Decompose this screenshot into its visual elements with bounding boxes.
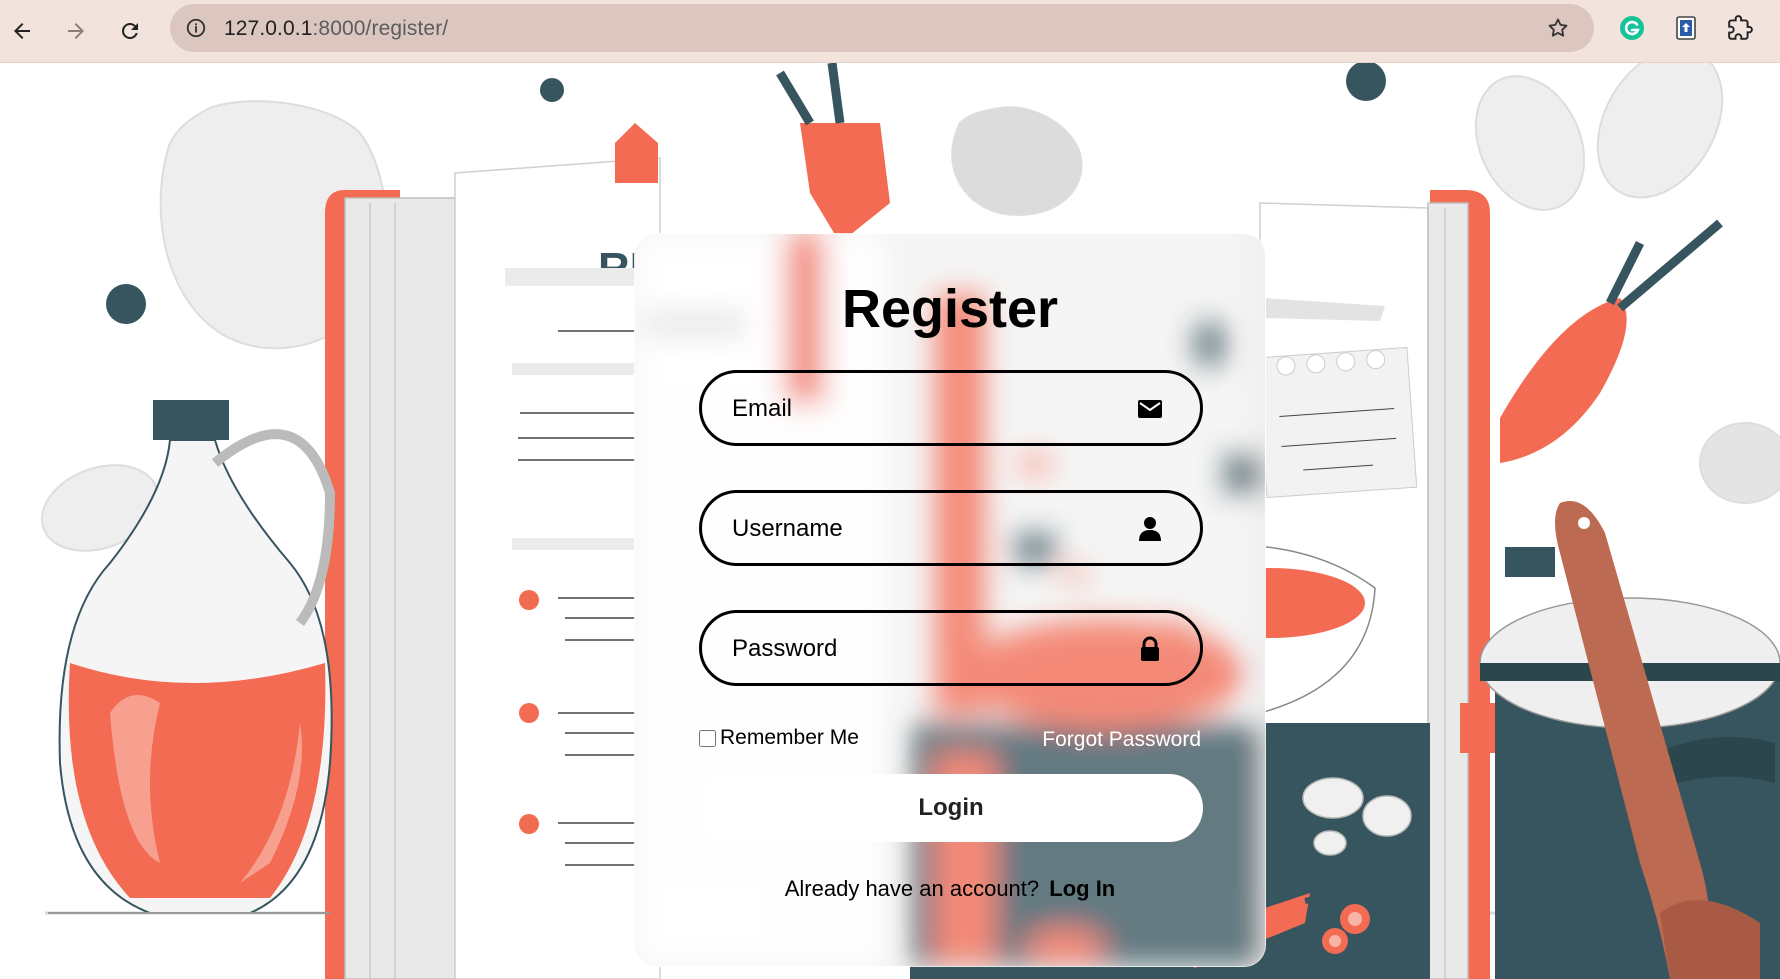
url-host: 127.0.0.1	[224, 17, 313, 40]
reload-button[interactable]	[108, 9, 152, 53]
login-link[interactable]: Log In	[1049, 876, 1115, 901]
grammarly-icon	[1620, 16, 1644, 40]
info-icon	[186, 18, 206, 38]
lock-icon	[1136, 635, 1164, 663]
register-card: Register Remember Me Forgot Password Log…	[634, 233, 1266, 967]
remember-me-control[interactable]: Remember Me	[699, 726, 859, 750]
forward-button[interactable]	[54, 9, 98, 53]
card-frosted-backdrop	[635, 234, 1265, 966]
upload-extension-button[interactable]	[1670, 12, 1702, 44]
login-button[interactable]: Login	[699, 774, 1203, 842]
login-prompt-text: Already have an account?	[784, 876, 1040, 901]
username-field[interactable]	[699, 490, 1203, 566]
bookmark-button[interactable]	[1544, 14, 1572, 42]
star-icon	[1548, 18, 1568, 37]
site-info-button[interactable]	[182, 14, 210, 42]
reload-icon	[122, 22, 138, 39]
puzzle-icon	[1728, 15, 1753, 40]
page-viewport: RE	[0, 63, 1780, 979]
arrow-left-icon	[14, 23, 30, 39]
remember-me-checkbox[interactable]	[699, 729, 716, 747]
envelope-icon	[1136, 395, 1164, 423]
username-input[interactable]	[730, 493, 1114, 565]
login-prompt: Already have an account? Log In	[635, 876, 1265, 902]
email-field[interactable]	[699, 370, 1203, 446]
url-path: :8000/register/	[312, 17, 449, 40]
arrow-right-icon	[68, 23, 84, 39]
browser-toolbar: 127.0.0.1:8000/register/	[0, 0, 1780, 63]
address-bar[interactable]: 127.0.0.1:8000/register/	[170, 4, 1594, 52]
remember-me-label: Remember Me	[720, 726, 859, 749]
password-field[interactable]	[699, 610, 1203, 686]
password-input[interactable]	[730, 613, 1114, 685]
forgot-password-link[interactable]: Forgot Password	[1042, 728, 1201, 752]
grammarly-extension-button[interactable]	[1616, 12, 1648, 44]
upload-extension-icon	[1676, 16, 1696, 40]
page-title: Register	[841, 279, 1059, 339]
email-input[interactable]	[730, 373, 1114, 445]
url-text[interactable]: 127.0.0.1:8000/register/	[224, 17, 448, 41]
user-icon	[1136, 515, 1164, 543]
back-button[interactable]	[0, 9, 44, 53]
extensions-button[interactable]	[1724, 12, 1756, 44]
